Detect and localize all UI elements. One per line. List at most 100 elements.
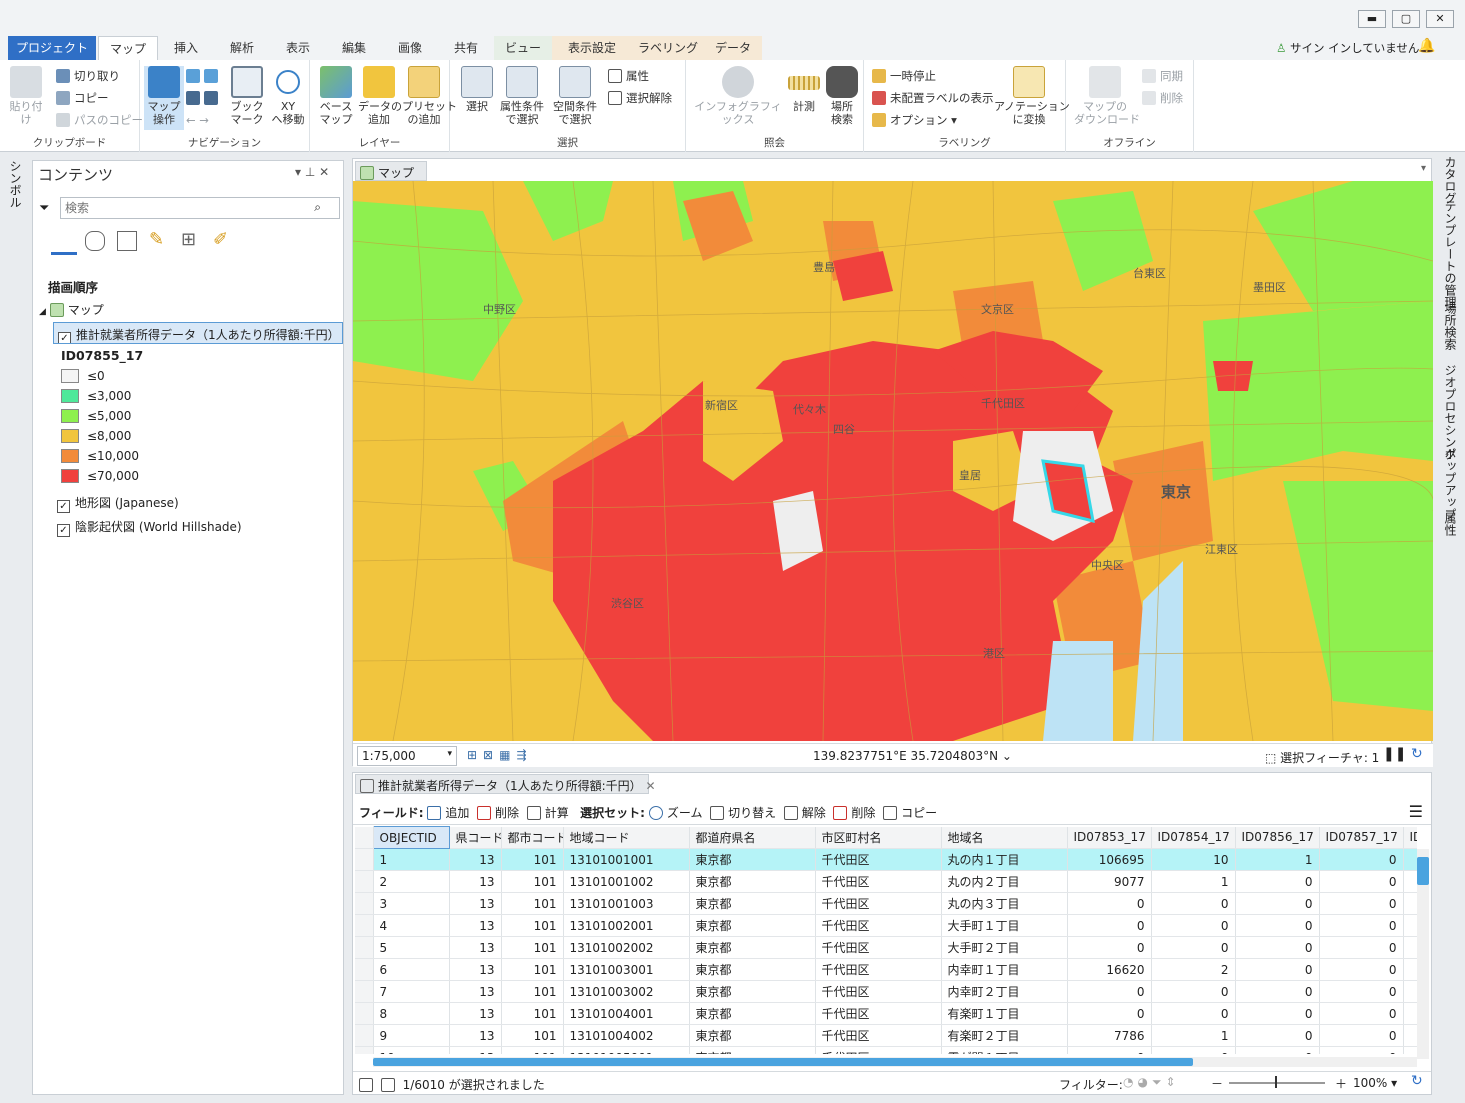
table-cell[interactable]: 千代田区 bbox=[815, 892, 942, 915]
table-cell[interactable]: 内幸町２丁目 bbox=[941, 980, 1068, 1003]
table-cell[interactable]: 千代田区 bbox=[815, 848, 942, 871]
convert-annotation-button[interactable]: アノテーション に変換 bbox=[994, 66, 1070, 126]
table-cell[interactable]: 9077 bbox=[1067, 870, 1152, 893]
tab-6[interactable]: 画像 bbox=[382, 36, 438, 60]
scale-selector[interactable]: 1:75,000 ▾ bbox=[357, 746, 457, 766]
copy-path-button[interactable]: パスのコピー bbox=[56, 112, 143, 128]
zoom-slider-thumb[interactable] bbox=[1275, 1076, 1277, 1088]
legend-item[interactable]: ≤0 bbox=[61, 369, 105, 383]
selection-view-icon[interactable] bbox=[117, 231, 137, 251]
table-row[interactable]: 9 13 101 13101004002 東京都 千代田区 有楽町２丁目 7786 1 0 0 bbox=[355, 1024, 1417, 1047]
table-cell[interactable]: 内幸町１丁目 bbox=[941, 958, 1068, 981]
table-cell[interactable]: 3 bbox=[373, 892, 450, 915]
table-cell[interactable]: 有楽町２丁目 bbox=[941, 1024, 1068, 1047]
pane-options-icon[interactable]: ▾ ⊥ ✕ bbox=[295, 165, 329, 179]
table-cell[interactable]: 東京都 bbox=[689, 848, 816, 871]
pause-labeling-button[interactable]: 一時停止 bbox=[872, 68, 936, 84]
table-cell[interactable]: 10 bbox=[373, 1046, 450, 1054]
table-cell[interactable]: 13101003002 bbox=[563, 980, 690, 1003]
row-header[interactable] bbox=[355, 870, 374, 893]
table-cell[interactable]: 4 bbox=[373, 914, 450, 937]
table-row[interactable]: 8 13 101 13101004001 東京都 千代田区 有楽町１丁目 0 0 0 0 bbox=[355, 1002, 1417, 1025]
table-cell[interactable]: 0 bbox=[1319, 914, 1404, 937]
draw-order-icon[interactable] bbox=[51, 229, 77, 255]
table-cell[interactable]: 0 bbox=[1067, 914, 1152, 937]
table-cell[interactable]: 0 bbox=[1235, 1024, 1320, 1047]
layer-checkbox[interactable]: ✓ bbox=[57, 524, 70, 537]
layer-checkbox[interactable]: ✓ bbox=[58, 332, 71, 343]
dock-tab-4[interactable]: ジオプロセシング bbox=[1442, 364, 1459, 460]
row-header[interactable] bbox=[355, 958, 374, 981]
table-cell[interactable]: 1 bbox=[373, 848, 450, 871]
basemap-button[interactable]: ベース マップ bbox=[316, 66, 356, 126]
table-cell[interactable]: 101 bbox=[501, 914, 564, 937]
table-cell[interactable]: 13 bbox=[449, 892, 502, 915]
goto-xy-button[interactable]: XY へ移動 bbox=[270, 66, 306, 126]
row-header[interactable] bbox=[355, 892, 374, 915]
add-field-button[interactable]: 追加 bbox=[427, 806, 469, 820]
table-cell[interactable]: 0 bbox=[1067, 1002, 1152, 1025]
table-cell[interactable]: 東京都 bbox=[689, 1046, 816, 1054]
filter-icon[interactable]: ⏷ bbox=[39, 201, 49, 216]
snapping-icon[interactable]: ⊞ bbox=[181, 229, 196, 250]
clear-selection-button[interactable]: 選択解除 bbox=[608, 90, 672, 106]
tab-5[interactable]: 編集 bbox=[326, 36, 382, 60]
table-cell[interactable]: 13 bbox=[449, 958, 502, 981]
bookmark-button[interactable]: ブック マーク bbox=[228, 66, 266, 126]
download-map-button[interactable]: マップの ダウンロード bbox=[1074, 66, 1140, 126]
table-cell[interactable]: 1 bbox=[1151, 870, 1236, 893]
minimize-button[interactable]: ▬ bbox=[1358, 10, 1386, 28]
table-cell[interactable]: 13 bbox=[449, 1046, 502, 1054]
selected-features-count[interactable]: ⬚ 選択フィーチャ: 1 bbox=[1265, 749, 1379, 766]
table-cell[interactable]: 0 bbox=[1319, 958, 1404, 981]
table-cell[interactable]: 101 bbox=[501, 958, 564, 981]
table-cell[interactable]: 5 bbox=[373, 936, 450, 959]
table-cell[interactable]: 東京都 bbox=[689, 892, 816, 915]
table-cell[interactable]: 0 bbox=[1235, 914, 1320, 937]
table-cell[interactable]: 101 bbox=[501, 848, 564, 871]
map-canvas[interactable]: 中野区新宿区 文京区千代田区渋谷区港区 中央区 東京江東区 墨田区 台東区皇居 四谷 豊島代々… bbox=[353, 181, 1433, 741]
tab-menu-icon[interactable]: ▾ bbox=[1421, 163, 1426, 174]
table-cell[interactable]: 101 bbox=[501, 1024, 564, 1047]
table-cell[interactable]: 0 bbox=[1319, 936, 1404, 959]
table-cell[interactable]: 13 bbox=[449, 1002, 502, 1025]
table-cell[interactable]: 東京都 bbox=[689, 980, 816, 1003]
delete-field-button[interactable]: 削除 bbox=[477, 806, 519, 820]
row-header[interactable] bbox=[355, 848, 374, 871]
table-cell[interactable]: 千代田区 bbox=[815, 980, 942, 1003]
table-row[interactable]: 7 13 101 13101003002 東京都 千代田区 内幸町２丁目 0 0 0 0 bbox=[355, 980, 1417, 1003]
legend-item[interactable]: ≤10,000 bbox=[61, 449, 139, 463]
column-header[interactable]: ID07853_17 bbox=[1067, 826, 1152, 849]
tab-10[interactable]: ラベリング bbox=[632, 36, 704, 60]
select-by-attributes-button[interactable]: 属性条件 で選択 bbox=[498, 66, 546, 126]
refresh-icon[interactable]: ↻ bbox=[1411, 1073, 1423, 1089]
infographics-button[interactable]: インフォグラフィックス bbox=[690, 66, 786, 126]
table-cell[interactable]: 東京都 bbox=[689, 1024, 816, 1047]
column-header[interactable]: 地域コード bbox=[563, 826, 690, 849]
table-cell[interactable]: 0 bbox=[1151, 936, 1236, 959]
notification-bell-icon[interactable]: 🔔 bbox=[1418, 38, 1435, 54]
explore-button[interactable]: マップ 操作 bbox=[144, 66, 184, 130]
table-cell[interactable]: 丸の内２丁目 bbox=[941, 870, 1068, 893]
attributes-button[interactable]: 属性 bbox=[608, 68, 649, 84]
close-tab-icon[interactable]: ✕ bbox=[646, 779, 656, 793]
table-cell[interactable]: 10 bbox=[1151, 848, 1236, 871]
table-row[interactable]: 3 13 101 13101001003 東京都 千代田区 丸の内３丁目 0 0 0 0 bbox=[355, 892, 1417, 915]
table-cell[interactable]: 0 bbox=[1151, 1002, 1236, 1025]
table-cell[interactable]: 東京都 bbox=[689, 958, 816, 981]
table-cell[interactable]: 13101002001 bbox=[563, 914, 690, 937]
table-cell[interactable]: 0 bbox=[1319, 980, 1404, 1003]
labeling-options-button[interactable]: オプション ▾ bbox=[872, 112, 957, 128]
map-node[interactable]: ◢ マップ bbox=[39, 301, 104, 318]
map-tab[interactable]: マップ ✕ bbox=[355, 161, 427, 195]
table-cell[interactable]: 0 bbox=[1067, 980, 1152, 1003]
tab-11[interactable]: データ bbox=[704, 36, 762, 60]
table-cell[interactable]: 千代田区 bbox=[815, 1024, 942, 1047]
zoom-in-icon[interactable]: ＋ bbox=[1335, 1075, 1347, 1092]
tab-9[interactable]: 表示設定 bbox=[552, 36, 632, 60]
table-cell[interactable]: 13101002002 bbox=[563, 936, 690, 959]
table-cell[interactable]: 13101001003 bbox=[563, 892, 690, 915]
table-cell[interactable]: 13101001001 bbox=[563, 848, 690, 871]
legend-item[interactable]: ≤8,000 bbox=[61, 429, 131, 443]
table-cell[interactable]: 有楽町１丁目 bbox=[941, 1002, 1068, 1025]
